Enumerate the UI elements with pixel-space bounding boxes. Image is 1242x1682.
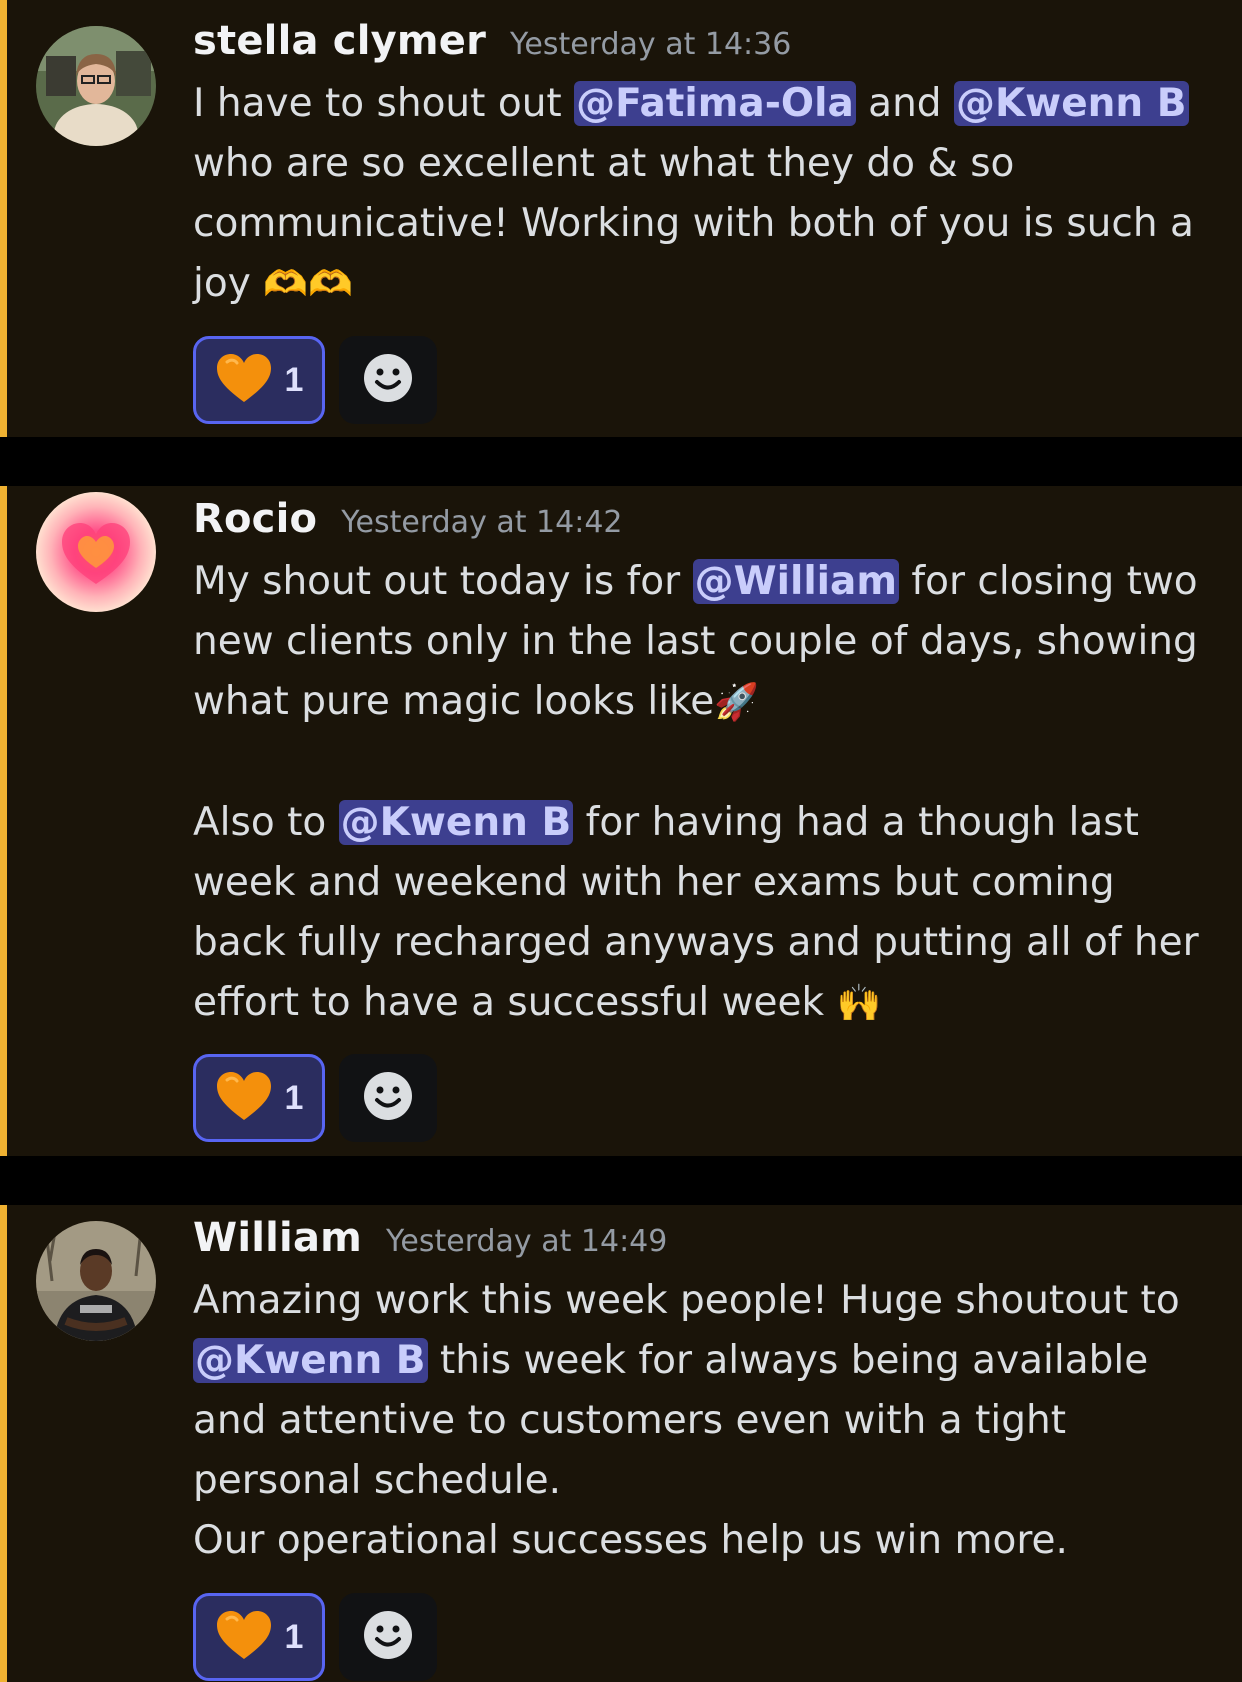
- reaction-count: 1: [284, 1078, 304, 1117]
- username[interactable]: William: [193, 1215, 362, 1261]
- smiley-face-icon: [363, 1610, 413, 1664]
- mention-highlight-bar: [0, 1205, 7, 1682]
- add-reaction-button[interactable]: [339, 1593, 437, 1681]
- avatar[interactable]: [36, 1221, 156, 1341]
- orange-heart-icon: [215, 1070, 273, 1126]
- reaction-button[interactable]: 1: [193, 336, 325, 424]
- avatar[interactable]: [36, 492, 156, 612]
- add-reaction-button[interactable]: [339, 1054, 437, 1142]
- smiley-face-icon: [363, 353, 413, 407]
- raising-hands-emoji: 🙌: [836, 983, 882, 1024]
- reactions-bar: 1: [193, 1054, 437, 1142]
- reaction-button[interactable]: 1: [193, 1054, 325, 1142]
- reactions-bar: 1: [193, 1593, 437, 1681]
- reaction-count: 1: [284, 360, 304, 399]
- user-mention[interactable]: @Kwenn B: [338, 800, 574, 845]
- orange-heart-icon: [215, 352, 273, 408]
- user-mention[interactable]: @Kwenn B: [953, 81, 1189, 126]
- message-item: William Yesterday at 14:49 Amazing work t…: [0, 1205, 1242, 1682]
- add-reaction-button[interactable]: [339, 336, 437, 424]
- heart-hands-emoji: 🫶🫶: [263, 264, 353, 305]
- reactions-bar: 1: [193, 336, 437, 424]
- message-header: William Yesterday at 14:49: [193, 1215, 667, 1261]
- message-item: Rocio Yesterday at 14:42 My shout out tod…: [0, 486, 1242, 1156]
- mention-highlight-bar: [0, 486, 7, 1156]
- user-mention[interactable]: @William: [692, 559, 900, 604]
- timestamp: Yesterday at 14:42: [341, 505, 623, 540]
- timestamp: Yesterday at 14:49: [386, 1224, 668, 1259]
- message-item: stella clymer Yesterday at 14:36 I have t…: [0, 0, 1242, 437]
- username[interactable]: Rocio: [193, 496, 317, 542]
- orange-heart-icon: [215, 1609, 273, 1665]
- username[interactable]: stella clymer: [193, 18, 486, 64]
- user-mention[interactable]: @Kwenn B: [193, 1338, 428, 1383]
- timestamp: Yesterday at 14:36: [510, 27, 792, 62]
- message-header: stella clymer Yesterday at 14:36: [193, 18, 791, 64]
- smiley-face-icon: [363, 1071, 413, 1125]
- mention-highlight-bar: [0, 0, 7, 437]
- message-content: My shout out today is for @William for c…: [193, 552, 1213, 1034]
- reaction-button[interactable]: 1: [193, 1593, 325, 1681]
- reaction-count: 1: [284, 1617, 304, 1656]
- user-mention[interactable]: @Fatima-Ola: [574, 81, 856, 126]
- avatar[interactable]: [36, 26, 156, 146]
- message-content: Amazing work this week people! Huge shou…: [193, 1278, 1180, 1563]
- message-header: Rocio Yesterday at 14:42: [193, 496, 623, 542]
- message-content: I have to shout out @Fatima-Ola and @Kwe…: [193, 81, 1194, 306]
- rocket-emoji: 🚀: [714, 682, 760, 723]
